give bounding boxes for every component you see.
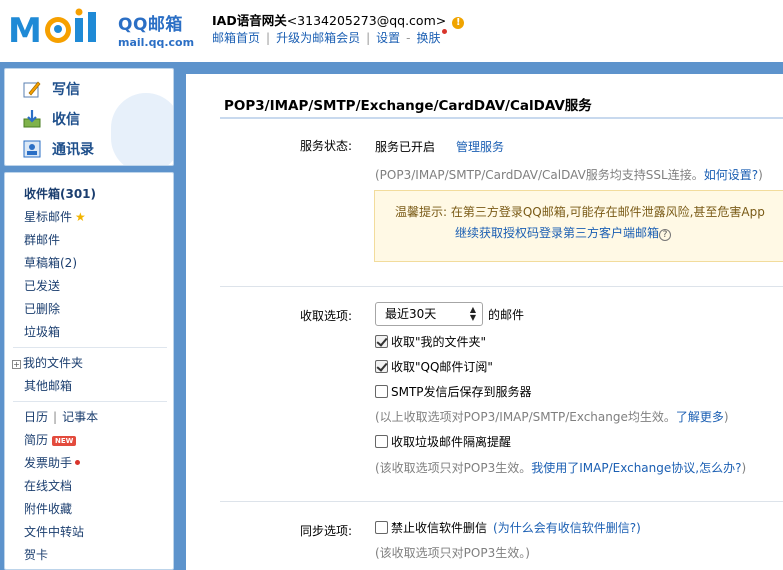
why-delete-link[interactable]: (为什么会有收信软件删信?) bbox=[493, 519, 641, 536]
quick-actions: 写信 收信 通讯录 bbox=[4, 68, 174, 166]
folder-spam[interactable]: 垃圾箱 bbox=[24, 323, 60, 340]
receive-suffix: 的邮件 bbox=[488, 308, 525, 322]
sidebar: 写信 收信 通讯录 收件箱(301) 星标邮件 ★ 群邮件 草稿箱(2) 已发送 … bbox=[4, 68, 174, 570]
logo-url-text: mail.qq.com bbox=[118, 36, 195, 49]
top-header: M QQ邮箱 mail.qq.com IAD语音网关<3134205273@qq… bbox=[0, 0, 783, 62]
skin-red-dot bbox=[441, 29, 447, 34]
receive-range-select[interactable]: 最近30天 ▲ ▼ bbox=[375, 302, 483, 326]
logo-cn-text: QQ邮箱 bbox=[118, 15, 183, 35]
sync-label: 同步选项: bbox=[300, 524, 353, 538]
link-attachments[interactable]: 附件收藏 bbox=[24, 500, 72, 517]
account-info: IAD语音网关<3134205273@qq.com>! bbox=[212, 10, 465, 29]
checkbox-no-delete[interactable]: 禁止收信软件删信 (为什么会有收信软件删信?) bbox=[375, 519, 641, 536]
folder-list: 收件箱(301) 星标邮件 ★ 群邮件 草稿箱(2) 已发送 已删除 垃圾箱 + 我… bbox=[4, 172, 174, 570]
inbox-download-icon bbox=[22, 109, 42, 129]
warning-notice: 温馨提示: 在第三方登录QQ邮箱,可能存在邮件泄露风险,甚至危害App 继续获取… bbox=[374, 190, 783, 262]
checkbox-my-folders[interactable]: 收取"我的文件夹" bbox=[375, 333, 486, 350]
link-notes[interactable]: 记事本 bbox=[62, 410, 98, 424]
checkbox-qq-subscriptions[interactable]: 收取"QQ邮件订阅" bbox=[375, 358, 493, 375]
pop3-note: (该收取选项只对POP3生效。我使用了IMAP/Exchange协议,怎么办?) bbox=[375, 461, 747, 475]
title-underline bbox=[220, 117, 783, 119]
checkbox-smtp-save[interactable]: SMTP发信后保存到服务器 bbox=[375, 383, 532, 400]
warning-icon[interactable]: ! bbox=[452, 17, 465, 29]
page-title: POP3/IMAP/SMTP/Exchange/CardDAV/CalDAV服务 bbox=[224, 98, 592, 114]
notice-text: 温馨提示: 在第三方登录QQ邮箱,可能存在邮件泄露风险,甚至危害App bbox=[395, 205, 765, 219]
account-name: IAD语音网关 bbox=[212, 13, 287, 28]
svg-text:M: M bbox=[8, 11, 42, 48]
receive-label: 收取选项: bbox=[300, 309, 353, 323]
compose-button[interactable]: 写信 bbox=[22, 77, 80, 101]
folder-my-folders[interactable]: + 我的文件夹 bbox=[12, 354, 83, 371]
section-divider bbox=[220, 501, 783, 502]
notice-auth-link[interactable]: 继续获取授权码登录第三方客户端邮箱? bbox=[455, 224, 672, 241]
folder-drafts[interactable]: 草稿箱(2) bbox=[24, 254, 77, 271]
ssl-note: (POP3/IMAP/SMTP/CardDAV/CalDAV服务均支持SSL连接… bbox=[375, 168, 763, 182]
settings-panel: POP3/IMAP/SMTP/Exchange/CardDAV/CalDAV服务… bbox=[186, 74, 783, 570]
status-value: 服务已开启 bbox=[375, 140, 436, 154]
star-icon: ★ bbox=[75, 210, 86, 224]
link-resume[interactable]: 简历 NEW bbox=[24, 431, 77, 448]
link-settings[interactable]: 设置 bbox=[376, 31, 400, 45]
divider bbox=[13, 401, 167, 402]
folder-group[interactable]: 群邮件 bbox=[24, 231, 60, 248]
qq-penguin-decoration bbox=[111, 93, 173, 165]
manage-service-link[interactable]: 管理服务 bbox=[456, 138, 504, 155]
imap-exchange-help-link[interactable]: 我使用了IMAP/Exchange协议,怎么办? bbox=[531, 461, 741, 475]
link-change-skin[interactable]: 换肤 bbox=[416, 31, 440, 45]
section-divider bbox=[220, 286, 783, 287]
link-greeting-card[interactable]: 贺卡 bbox=[24, 546, 48, 563]
receive-button[interactable]: 收信 bbox=[22, 107, 80, 131]
logo-wordmark: QQ邮箱 mail.qq.com bbox=[118, 10, 194, 49]
qq-mail-logo[interactable]: M bbox=[8, 8, 118, 48]
folder-deleted[interactable]: 已删除 bbox=[24, 300, 60, 317]
folder-other-mail[interactable]: 其他邮箱 bbox=[24, 377, 72, 394]
divider bbox=[13, 347, 167, 348]
help-question-icon[interactable]: ? bbox=[659, 229, 672, 241]
calendar-notes-row: 日历 | 记事本 bbox=[24, 410, 99, 424]
link-invoice-assistant[interactable]: 发票助手 bbox=[24, 454, 81, 471]
link-mail-home[interactable]: 邮箱首页 bbox=[212, 31, 260, 45]
status-label: 服务状态: bbox=[300, 139, 353, 153]
receive-note: (以上收取选项对POP3/IMAP/SMTP/Exchange均生效。了解更多) bbox=[375, 410, 729, 424]
folder-starred[interactable]: 星标邮件 ★ bbox=[24, 208, 86, 225]
link-calendar[interactable]: 日历 bbox=[24, 410, 48, 424]
contacts-button[interactable]: 通讯录 bbox=[22, 137, 94, 161]
checkbox-spam-alert[interactable]: 收取垃圾邮件隔离提醒 bbox=[375, 433, 511, 450]
how-to-setup-link[interactable]: 如何设置? bbox=[704, 168, 758, 182]
new-badge: NEW bbox=[52, 436, 77, 446]
pencil-icon bbox=[22, 79, 42, 99]
address-book-icon bbox=[22, 139, 42, 159]
top-links: 邮箱首页 | 升级为邮箱会员 | 设置 - 换肤 bbox=[212, 29, 447, 46]
link-upgrade-member[interactable]: 升级为邮箱会员 bbox=[276, 31, 360, 45]
learn-more-link[interactable]: 了解更多 bbox=[676, 410, 724, 424]
folder-sent[interactable]: 已发送 bbox=[24, 277, 60, 294]
folder-inbox[interactable]: 收件箱(301) bbox=[24, 185, 96, 202]
expand-plus-icon[interactable]: + bbox=[12, 360, 21, 369]
link-online-docs[interactable]: 在线文档 bbox=[24, 477, 72, 494]
invoice-red-dot bbox=[75, 460, 81, 465]
account-email: <3134205273@qq.com> bbox=[286, 13, 447, 28]
select-updown-icon: ▲ ▼ bbox=[469, 305, 476, 322]
sync-note: (该收取选项只对POP3生效。) bbox=[375, 546, 530, 560]
link-file-transfer[interactable]: 文件中转站 bbox=[24, 523, 84, 540]
